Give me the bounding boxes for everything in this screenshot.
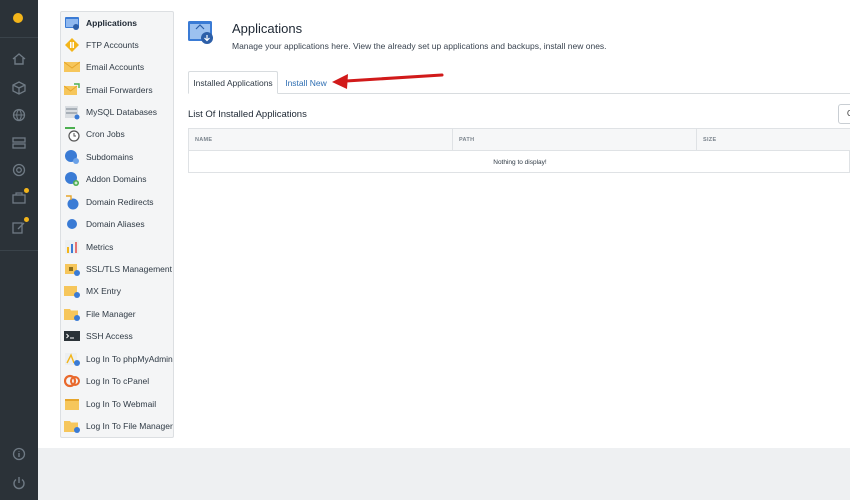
sidebar-item-mysql-databases[interactable]: MySQL Databases: [61, 101, 175, 123]
sidebar-item-label: SSH Access: [86, 331, 133, 341]
sidebar-item-login-file-manager[interactable]: Log In To File Manager: [61, 415, 175, 437]
refresh-button[interactable]: C: [838, 104, 850, 124]
notification-dot: [24, 188, 29, 193]
applications-icon: [64, 15, 80, 31]
empty-table-message: Nothing to display!: [493, 158, 547, 166]
metrics-icon: [64, 239, 80, 255]
sidebar-item-ftp-accounts[interactable]: FTP Accounts: [61, 34, 175, 56]
sidebar-item-label: Log In To phpMyAdmin: [86, 354, 173, 364]
sidebar-item-label: Email Accounts: [86, 62, 145, 72]
cpanel-icon: [63, 373, 80, 389]
sidebar-item-label: File Manager: [86, 309, 136, 319]
sidebar-item-label: Email Forwarders: [86, 85, 153, 95]
sidebar-item-domain-redirects[interactable]: Domain Redirects: [61, 191, 175, 213]
notification-dot: [24, 217, 29, 222]
server-icon[interactable]: [11, 135, 27, 151]
billing-icon[interactable]: [11, 188, 29, 206]
sidebar-item-label: MX Entry: [86, 286, 121, 296]
sidebar-item-login-cpanel[interactable]: Log In To cPanel: [61, 370, 175, 392]
domain-redirects-icon: [64, 194, 80, 210]
domain-aliases-icon: [64, 216, 80, 232]
annotation-arrow: [332, 73, 444, 89]
sidebar-item-label: Applications: [86, 18, 138, 28]
sidebar-item-ssh-access[interactable]: SSH Access: [61, 325, 175, 347]
file-manager-icon: [64, 306, 80, 322]
ssl-icon: [64, 261, 80, 277]
sidebar-item-label: Log In To Webmail: [86, 399, 157, 409]
sidebar-item-login-webmail[interactable]: Log In To Webmail: [61, 393, 175, 415]
section-title: List Of Installed Applications: [188, 109, 307, 120]
email-icon: [63, 59, 81, 75]
sidebar-item-label: Addon Domains: [86, 174, 147, 184]
ssh-icon: [64, 328, 80, 344]
sidebar-item-email-forwarders[interactable]: Email Forwarders: [61, 79, 175, 101]
sidebar-item-login-phpmyadmin[interactable]: Log In To phpMyAdmin: [61, 348, 175, 370]
database-icon: [64, 104, 80, 120]
mx-icon: [64, 283, 80, 299]
email-forwarders-icon: [63, 82, 80, 98]
logo-icon[interactable]: [13, 13, 23, 23]
sidebar-item-label: MySQL Databases: [86, 107, 158, 117]
sidebar-item-addon-domains[interactable]: Addon Domains: [61, 168, 175, 190]
tab-installed-applications[interactable]: Installed Applications: [188, 71, 278, 94]
sidebar-item-metrics[interactable]: Metrics: [61, 236, 175, 258]
sidebar-item-label: FTP Accounts: [86, 40, 139, 50]
support-icon[interactable]: [11, 162, 27, 178]
sidebar-item-label: Domain Redirects: [86, 197, 154, 207]
webmail-icon: [64, 396, 80, 412]
applications-header-icon: [188, 19, 214, 45]
sidebar-item-label: Log In To cPanel: [86, 376, 150, 386]
column-header-path[interactable]: PATH: [452, 129, 696, 151]
sidebar-item-mx-entry[interactable]: MX Entry: [61, 280, 175, 302]
sidebar-item-subdomains[interactable]: Subdomains: [61, 146, 175, 168]
ftp-icon: [64, 37, 80, 53]
column-header-size[interactable]: SIZE: [696, 129, 850, 151]
sidebar-item-ssl-tls-management[interactable]: SSL/TLS Management: [61, 258, 175, 280]
home-icon[interactable]: [11, 51, 27, 67]
rail-divider: [0, 37, 38, 38]
tab-install-new[interactable]: Install New: [280, 71, 332, 94]
sidebar-item-file-manager[interactable]: File Manager: [61, 303, 175, 325]
login-file-manager-icon: [64, 418, 80, 434]
installed-applications-table: NAME PATH SIZE Nothing to display!: [188, 128, 850, 173]
table-header: NAME PATH SIZE: [189, 129, 850, 151]
left-rail: [0, 0, 38, 500]
sidebar-item-applications[interactable]: Applications: [61, 12, 175, 34]
sidebar-item-label: Subdomains: [86, 152, 134, 162]
cron-icon: [64, 126, 80, 142]
addon-domains-icon: [64, 171, 80, 187]
sidebar-item-label: Cron Jobs: [86, 129, 125, 139]
phpmyadmin-icon: [64, 351, 80, 367]
sidebar-item-email-accounts[interactable]: Email Accounts: [61, 56, 175, 78]
globe-icon[interactable]: [11, 107, 27, 123]
subdomains-icon: [64, 149, 80, 165]
sidebar-item-cron-jobs[interactable]: Cron Jobs: [61, 123, 175, 145]
sidebar: Applications FTP Accounts Email Accounts…: [60, 11, 174, 438]
cube-icon[interactable]: [11, 80, 27, 96]
sidebar-item-label: Domain Aliases: [86, 219, 145, 229]
column-header-name[interactable]: NAME: [189, 129, 452, 151]
power-icon[interactable]: [11, 475, 27, 491]
sidebar-item-label: Metrics: [86, 242, 114, 252]
page-title: Applications: [232, 21, 303, 36]
edit-icon[interactable]: [11, 217, 29, 235]
sidebar-item-domain-aliases[interactable]: Domain Aliases: [61, 213, 175, 235]
info-icon[interactable]: [11, 446, 27, 462]
sidebar-item-label: SSL/TLS Management: [86, 264, 172, 274]
page-description: Manage your applications here. View the …: [232, 41, 607, 51]
rail-divider: [0, 250, 38, 251]
sidebar-item-label: Log In To File Manager: [86, 421, 173, 431]
